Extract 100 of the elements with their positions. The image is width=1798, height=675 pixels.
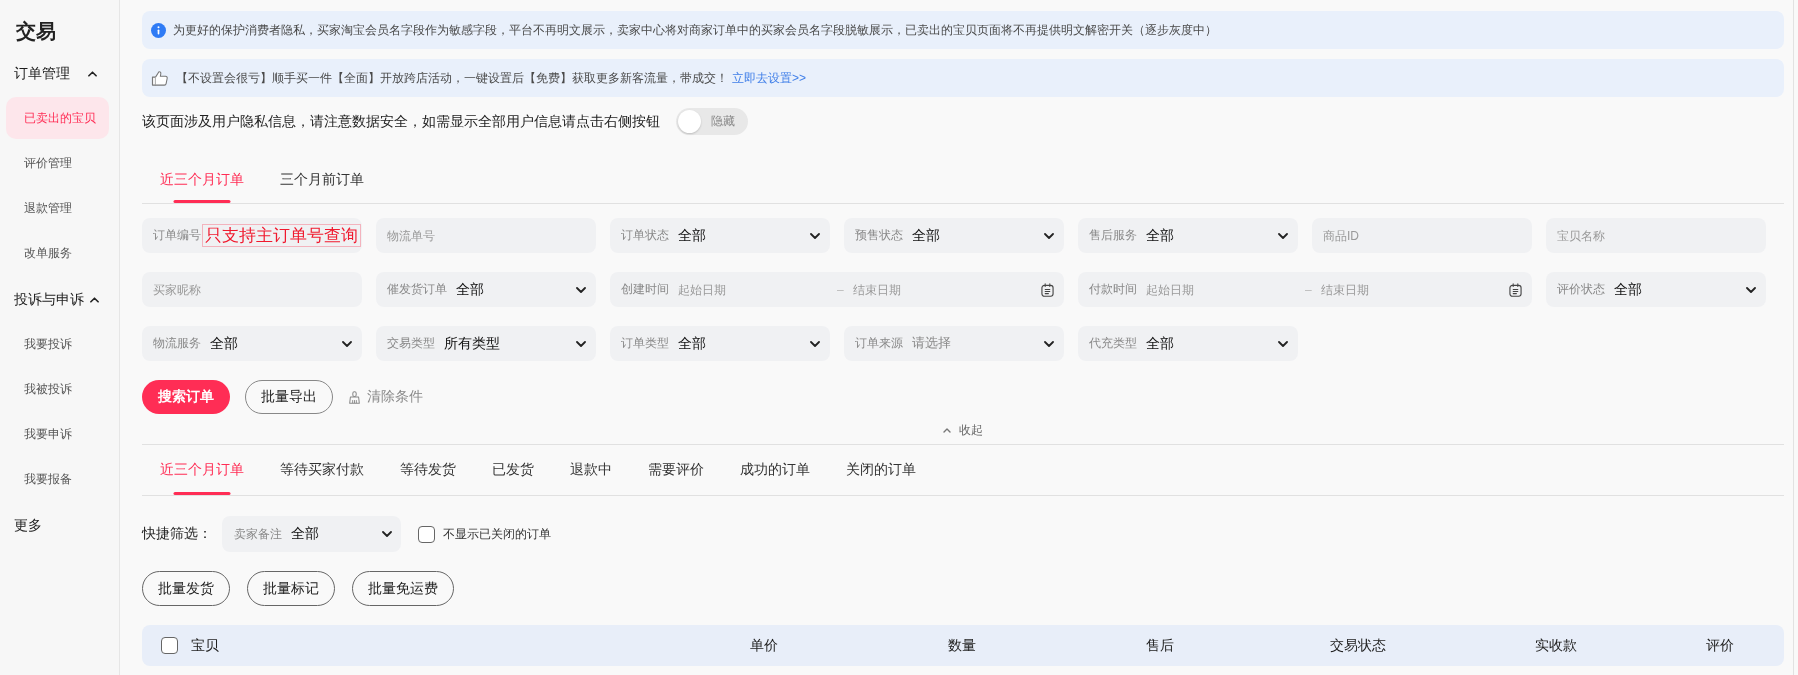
tab[interactable]: 退款中 [552,445,630,495]
select-placeholder: 请选择 [912,335,951,352]
start-date-input[interactable]: 起始日期 [1146,279,1297,300]
tab[interactable]: 已发货 [474,445,552,495]
select-value: 全部 [912,226,940,245]
tab[interactable]: 关闭的订单 [828,445,934,495]
chevron-down-icon [1746,286,1756,293]
field-label: 催发货订单 [387,281,447,298]
chevron-down-icon [576,286,586,293]
field-label: 交易类型 [387,335,435,352]
select-value: 所有类型 [444,334,500,353]
select-field[interactable]: 评价状态 全部 [1546,272,1766,307]
select-value: 全部 [678,334,706,353]
select-field[interactable]: 预售状态 全部 [844,218,1064,253]
toggle-knob [678,110,701,133]
checkbox[interactable] [161,637,178,654]
info-icon [151,22,166,38]
input-field[interactable]: 买家昵称 [142,272,362,307]
chevron-up-icon [90,297,99,303]
select-field[interactable]: 交易类型 所有类型 [376,326,596,361]
calendar-icon [1509,282,1522,297]
chevron-up-icon [88,71,97,77]
select-field[interactable]: 售后服务 全部 [1078,218,1298,253]
select-value: 全部 [291,525,319,543]
sidebar-item[interactable]: 评价管理 [6,142,109,184]
tab[interactable]: 近三个月订单 [142,155,262,203]
select-field[interactable]: 催发货订单 全部 [376,272,596,307]
select-field[interactable]: 订单状态 全部 [610,218,830,253]
field-label: 物流服务 [153,335,201,352]
field-label: 创建时间 [621,281,669,298]
column-header: 交易状态 [1330,636,1386,655]
tab[interactable]: 近三个月订单 [142,445,262,495]
calendar-icon [1041,282,1054,297]
tab[interactable]: 成功的订单 [722,445,828,495]
field-label: 评价状态 [1557,281,1605,298]
settings-link[interactable]: 立即去设置>> [732,70,806,85]
field-label: 订单类型 [621,335,669,352]
select-value: 全部 [456,280,484,299]
select-field[interactable]: 订单类型 全部 [610,326,830,361]
column-header: 实收款 [1535,636,1577,655]
sidebar-item[interactable]: 我要报备 [6,458,109,500]
input-field[interactable]: 商品ID [1312,218,1532,253]
search-button[interactable]: 搜索订单 [142,380,230,414]
annotation-note: 只支持主订单号查询 [202,224,361,247]
sidebar-item[interactable]: 我要投诉 [6,323,109,365]
input-field[interactable]: 订单编号 只支持主订单号查询 [142,218,362,253]
input-field[interactable]: 物流单号 [376,218,596,253]
privacy-notice: 该页面涉及用户隐私信息，请注意数据安全，如需显示全部用户信息请点击右侧按钮 [142,112,660,131]
field-label: 订单来源 [855,335,903,352]
end-date-input[interactable]: 结束日期 [852,279,1037,300]
column-header: 数量 [948,636,976,655]
tab[interactable]: 三个月前订单 [262,155,382,203]
tab[interactable]: 等待买家付款 [262,445,382,495]
sidebar-group[interactable]: 订单管理 [6,54,109,94]
chevron-down-icon [1278,232,1288,239]
date-separator: – [837,282,844,297]
clear-filters-button[interactable]: 清除条件 [348,380,423,414]
chevron-down-icon [1044,340,1054,347]
column-header: 单价 [750,636,778,655]
field-label: 订单编号 [153,227,201,244]
field-label: 订单状态 [621,227,669,244]
column-header: 宝贝 [191,636,219,655]
notice-text: 为更好的保护消费者隐私，买家淘宝会员名字段作为敏感字段，平台不再明文展示，卖家中心将对商家订单中的买家会员名字段脱敏展示，已卖出的宝贝页面将不再提供明文解密开关（逐步灰度中） [173,21,1217,39]
quick-filter-label: 快捷筛选： [142,525,212,543]
select-field[interactable]: 物流服务 全部 [142,326,362,361]
field-label: 售后服务 [1089,227,1137,244]
select-field[interactable]: 卖家备注 全部 [222,516,401,552]
chevron-down-icon [382,531,392,537]
select-value: 全部 [1146,226,1174,245]
start-date-input[interactable]: 起始日期 [678,279,829,300]
sidebar-group[interactable]: 投诉与申诉 [6,280,109,320]
chevron-down-icon [1278,340,1288,347]
caret-up-icon [943,427,951,433]
select-field[interactable]: 代充类型 全部 [1078,326,1298,361]
end-date-input[interactable]: 结束日期 [1320,279,1505,300]
date-separator: – [1305,282,1312,297]
tab[interactable]: 需要评价 [630,445,722,495]
select-value: 全部 [678,226,706,245]
chevron-down-icon [342,340,352,347]
tab[interactable]: 等待发货 [382,445,474,495]
sidebar-item[interactable]: 退款管理 [6,187,109,229]
collapse-button[interactable]: 收起 [943,421,983,439]
field-label: 卖家备注 [234,525,282,543]
column-header: 售后 [1146,636,1174,655]
chevron-down-icon [576,340,586,347]
chevron-down-icon [810,232,820,239]
column-header: 评价 [1705,636,1734,655]
thumbs-up-icon [151,70,169,86]
sidebar-item[interactable]: 我被投诉 [6,368,109,410]
field-label: 付款时间 [1089,281,1137,298]
checkbox[interactable] [418,525,435,543]
sidebar-link[interactable]: 更多 [6,506,109,546]
sidebar-item[interactable]: 改单服务 [6,232,109,274]
sidebar-item[interactable]: 我要申诉 [6,413,109,455]
sidebar-title: 交易 [15,19,57,44]
notice-text: 【不设置会很亏】顺手买一件【全面】开放跨店活动，一键设置后【免费】获取更多新客流量，带成交！ 立即去设置>> [176,69,806,87]
input-field[interactable]: 宝贝名称 [1546,218,1766,253]
chevron-down-icon [1044,232,1054,239]
select-value: 全部 [210,334,238,353]
field-label: 代充类型 [1089,335,1137,352]
